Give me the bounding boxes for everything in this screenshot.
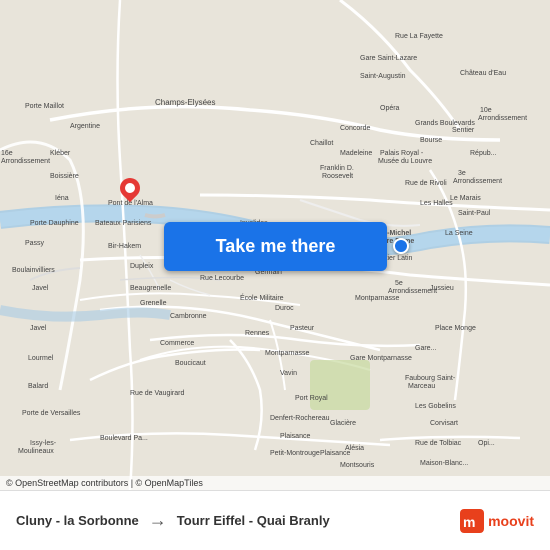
svg-text:Chaillot: Chaillot [310, 140, 333, 147]
svg-text:Madeleine: Madeleine [340, 150, 372, 157]
svg-text:Porte Maillot: Porte Maillot [25, 103, 64, 110]
svg-text:Balard: Balard [28, 383, 48, 390]
svg-text:Javel: Javel [30, 325, 47, 332]
svg-text:Champs-Elysées: Champs-Elysées [155, 98, 215, 107]
svg-text:Rue de Tolbiac: Rue de Tolbiac [415, 440, 462, 447]
svg-text:Le Marais: Le Marais [450, 195, 481, 202]
svg-text:Musée du Louvre: Musée du Louvre [378, 158, 432, 165]
svg-text:Saint-Paul: Saint-Paul [458, 210, 491, 217]
svg-text:Bir-Hakem: Bir-Hakem [108, 243, 141, 250]
route-arrow-icon: → [149, 510, 167, 531]
svg-text:Iéna: Iéna [55, 195, 69, 202]
svg-text:Gare...: Gare... [415, 345, 436, 352]
svg-text:Kléber: Kléber [50, 150, 71, 157]
map-area: Champs-Elysées Porte Maillot Argentine K… [0, 0, 550, 490]
svg-text:Faubourg Saint-: Faubourg Saint- [405, 375, 456, 382]
svg-text:Rue Lecourbe: Rue Lecourbe [200, 275, 244, 282]
svg-text:Franklin D.: Franklin D. [320, 165, 354, 172]
svg-text:Montsouris: Montsouris [340, 462, 375, 469]
svg-text:Moulineaux: Moulineaux [18, 448, 54, 455]
svg-text:Grenelle: Grenelle [140, 300, 167, 307]
svg-text:Plaisance: Plaisance [280, 433, 310, 440]
svg-text:Roosevelt: Roosevelt [322, 173, 353, 180]
svg-text:Gare Montparnasse: Gare Montparnasse [350, 355, 412, 362]
svg-text:5e: 5e [395, 280, 403, 287]
svg-text:Beaugrenelle: Beaugrenelle [130, 285, 171, 292]
svg-text:Grands Boulevards: Grands Boulevards [415, 120, 475, 127]
svg-text:Bourse: Bourse [420, 137, 442, 144]
svg-text:Issy-les-: Issy-les- [30, 440, 57, 447]
svg-text:Gare Saint-Lazare: Gare Saint-Lazare [360, 55, 417, 62]
svg-text:Marceau: Marceau [408, 383, 435, 390]
svg-text:Opéra: Opéra [380, 105, 400, 112]
svg-text:3e: 3e [458, 170, 466, 177]
svg-text:Port Royal: Port Royal [295, 395, 328, 402]
svg-text:m: m [463, 514, 475, 530]
svg-text:Saint-Augustin: Saint-Augustin [360, 73, 406, 80]
svg-text:Maison-Blanc...: Maison-Blanc... [420, 460, 468, 467]
svg-text:10e: 10e [480, 107, 492, 114]
take-me-there-button[interactable]: Take me there [164, 222, 387, 271]
svg-text:Arrondissement: Arrondissement [478, 115, 527, 122]
svg-text:Passy: Passy [25, 240, 45, 247]
svg-text:Arrondissement: Arrondissement [453, 178, 502, 185]
route-to-label: Tourr Eiffel - Quai Branly [177, 513, 330, 528]
svg-text:Montparnasse: Montparnasse [265, 350, 309, 357]
svg-text:Palais Royal -: Palais Royal - [380, 150, 424, 157]
route-from-label: Cluny - la Sorbonne [16, 513, 139, 528]
svg-text:Concorde: Concorde [340, 125, 370, 132]
svg-text:École Militaire: École Militaire [240, 293, 284, 302]
svg-text:Rue La Fayette: Rue La Fayette [395, 33, 443, 40]
svg-text:Rue de Vaugirard: Rue de Vaugirard [130, 390, 184, 397]
svg-text:Château d'Eau: Château d'Eau [460, 70, 506, 77]
origin-pin [120, 178, 140, 206]
svg-text:Dupleix: Dupleix [130, 263, 154, 270]
svg-text:Commerce: Commerce [160, 340, 194, 347]
svg-text:Vavin: Vavin [280, 370, 297, 377]
svg-text:Porte Dauphine: Porte Dauphine [30, 220, 79, 227]
svg-text:Place Monge: Place Monge [435, 325, 476, 332]
svg-text:Rue de Rivoli: Rue de Rivoli [405, 180, 447, 187]
svg-text:Corvisart: Corvisart [430, 420, 458, 427]
moovit-logo: m moovit [460, 509, 534, 533]
svg-text:Bateaux Parisiens: Bateaux Parisiens [95, 220, 152, 227]
moovit-brand-name: moovit [488, 513, 534, 529]
svg-text:16e: 16e [1, 150, 13, 157]
svg-text:Répub...: Répub... [470, 150, 497, 157]
svg-text:Lourmel: Lourmel [28, 355, 54, 362]
svg-text:Boissière: Boissière [50, 173, 79, 180]
svg-text:Denfert-Rochereau: Denfert-Rochereau [270, 415, 330, 422]
svg-text:Jussieu: Jussieu [430, 285, 454, 292]
svg-text:Cambronne: Cambronne [170, 313, 207, 320]
svg-text:Argentine: Argentine [70, 123, 100, 130]
app-container: Champs-Elysées Porte Maillot Argentine K… [0, 0, 550, 550]
svg-text:Glacière: Glacière [330, 420, 356, 427]
map-copyright: © OpenStreetMap contributors | © OpenMap… [0, 476, 550, 490]
svg-text:Les Gobelins: Les Gobelins [415, 403, 456, 410]
svg-text:Boucicaut: Boucicaut [175, 360, 206, 367]
svg-text:Porte de Versailles: Porte de Versailles [22, 410, 81, 417]
moovit-icon: m [460, 509, 484, 533]
svg-text:Pasteur: Pasteur [290, 325, 315, 332]
svg-text:Rennes: Rennes [245, 330, 270, 337]
svg-text:Duroc: Duroc [275, 305, 294, 312]
svg-text:Petit-Montrouge: Petit-Montrouge [270, 450, 320, 457]
svg-text:Montparnasse: Montparnasse [355, 295, 399, 302]
svg-text:Sentier: Sentier [452, 127, 475, 134]
svg-text:Boulevard Pa...: Boulevard Pa... [100, 435, 148, 442]
svg-text:Arrondissement: Arrondissement [1, 158, 50, 165]
bottom-bar: Cluny - la Sorbonne → Tourr Eiffel - Qua… [0, 490, 550, 550]
svg-text:Boulainvilliers: Boulainvilliers [12, 267, 55, 274]
svg-text:Opi...: Opi... [478, 440, 495, 447]
svg-text:La Seine: La Seine [445, 230, 473, 237]
destination-marker [393, 238, 409, 254]
svg-text:Plaisance: Plaisance [320, 450, 350, 457]
svg-text:Javel: Javel [32, 285, 49, 292]
svg-text:Les Halles: Les Halles [420, 200, 453, 207]
